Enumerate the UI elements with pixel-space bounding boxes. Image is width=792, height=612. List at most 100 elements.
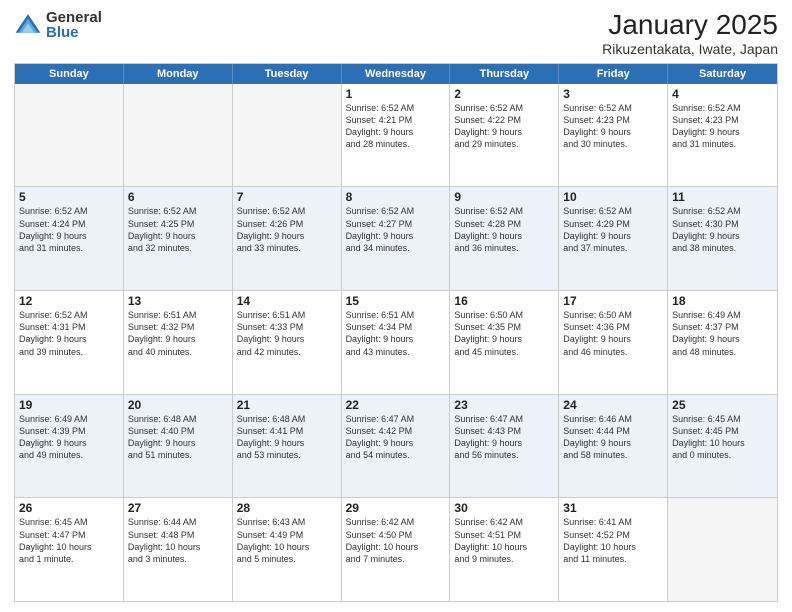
day-of-week-sunday: Sunday (15, 64, 124, 84)
day-number: 10 (563, 190, 663, 204)
day-detail: Sunrise: 6:47 AM Sunset: 4:42 PM Dayligh… (346, 413, 446, 462)
day-number: 31 (563, 501, 663, 515)
day-number: 12 (19, 294, 119, 308)
day-cell-11: 11Sunrise: 6:52 AM Sunset: 4:30 PM Dayli… (668, 187, 777, 290)
day-number: 17 (563, 294, 663, 308)
calendar-body: 1Sunrise: 6:52 AM Sunset: 4:21 PM Daylig… (15, 84, 777, 601)
day-detail: Sunrise: 6:52 AM Sunset: 4:28 PM Dayligh… (454, 205, 554, 254)
day-number: 15 (346, 294, 446, 308)
day-detail: Sunrise: 6:52 AM Sunset: 4:24 PM Dayligh… (19, 205, 119, 254)
calendar-row-1: 5Sunrise: 6:52 AM Sunset: 4:24 PM Daylig… (15, 186, 777, 290)
day-cell-17: 17Sunrise: 6:50 AM Sunset: 4:36 PM Dayli… (559, 291, 668, 394)
day-number: 29 (346, 501, 446, 515)
calendar-row-3: 19Sunrise: 6:49 AM Sunset: 4:39 PM Dayli… (15, 394, 777, 498)
day-cell-6: 6Sunrise: 6:52 AM Sunset: 4:25 PM Daylig… (124, 187, 233, 290)
day-cell-25: 25Sunrise: 6:45 AM Sunset: 4:45 PM Dayli… (668, 395, 777, 498)
day-cell-29: 29Sunrise: 6:42 AM Sunset: 4:50 PM Dayli… (342, 498, 451, 601)
day-detail: Sunrise: 6:47 AM Sunset: 4:43 PM Dayligh… (454, 413, 554, 462)
day-of-week-tuesday: Tuesday (233, 64, 342, 84)
day-number: 27 (128, 501, 228, 515)
day-number: 4 (672, 87, 773, 101)
day-detail: Sunrise: 6:48 AM Sunset: 4:41 PM Dayligh… (237, 413, 337, 462)
day-cell-15: 15Sunrise: 6:51 AM Sunset: 4:34 PM Dayli… (342, 291, 451, 394)
day-detail: Sunrise: 6:50 AM Sunset: 4:36 PM Dayligh… (563, 309, 663, 358)
day-cell-28: 28Sunrise: 6:43 AM Sunset: 4:49 PM Dayli… (233, 498, 342, 601)
day-cell-3: 3Sunrise: 6:52 AM Sunset: 4:23 PM Daylig… (559, 84, 668, 187)
logo-general-text: General (46, 10, 102, 25)
day-number: 19 (19, 398, 119, 412)
day-number: 8 (346, 190, 446, 204)
day-number: 3 (563, 87, 663, 101)
day-cell-27: 27Sunrise: 6:44 AM Sunset: 4:48 PM Dayli… (124, 498, 233, 601)
day-detail: Sunrise: 6:50 AM Sunset: 4:35 PM Dayligh… (454, 309, 554, 358)
day-detail: Sunrise: 6:45 AM Sunset: 4:45 PM Dayligh… (672, 413, 773, 462)
day-number: 24 (563, 398, 663, 412)
day-cell-10: 10Sunrise: 6:52 AM Sunset: 4:29 PM Dayli… (559, 187, 668, 290)
day-cell-13: 13Sunrise: 6:51 AM Sunset: 4:32 PM Dayli… (124, 291, 233, 394)
day-detail: Sunrise: 6:52 AM Sunset: 4:29 PM Dayligh… (563, 205, 663, 254)
day-detail: Sunrise: 6:48 AM Sunset: 4:40 PM Dayligh… (128, 413, 228, 462)
day-detail: Sunrise: 6:52 AM Sunset: 4:23 PM Dayligh… (563, 102, 663, 151)
header: General Blue January 2025 Rikuzentakata,… (14, 10, 778, 57)
logo-text: General Blue (46, 10, 102, 40)
day-number: 14 (237, 294, 337, 308)
calendar-location: Rikuzentakata, Iwate, Japan (602, 41, 778, 57)
day-cell-19: 19Sunrise: 6:49 AM Sunset: 4:39 PM Dayli… (15, 395, 124, 498)
day-number: 22 (346, 398, 446, 412)
day-detail: Sunrise: 6:52 AM Sunset: 4:30 PM Dayligh… (672, 205, 773, 254)
day-cell-22: 22Sunrise: 6:47 AM Sunset: 4:42 PM Dayli… (342, 395, 451, 498)
day-detail: Sunrise: 6:52 AM Sunset: 4:27 PM Dayligh… (346, 205, 446, 254)
day-number: 25 (672, 398, 773, 412)
day-number: 9 (454, 190, 554, 204)
day-detail: Sunrise: 6:51 AM Sunset: 4:32 PM Dayligh… (128, 309, 228, 358)
day-number: 26 (19, 501, 119, 515)
day-cell-5: 5Sunrise: 6:52 AM Sunset: 4:24 PM Daylig… (15, 187, 124, 290)
calendar: SundayMondayTuesdayWednesdayThursdayFrid… (14, 63, 778, 602)
day-number: 23 (454, 398, 554, 412)
title-block: January 2025 Rikuzentakata, Iwate, Japan (602, 10, 778, 57)
day-cell-31: 31Sunrise: 6:41 AM Sunset: 4:52 PM Dayli… (559, 498, 668, 601)
day-number: 5 (19, 190, 119, 204)
day-of-week-saturday: Saturday (668, 64, 777, 84)
day-of-week-monday: Monday (124, 64, 233, 84)
day-detail: Sunrise: 6:52 AM Sunset: 4:25 PM Dayligh… (128, 205, 228, 254)
empty-cell (124, 84, 233, 187)
day-number: 11 (672, 190, 773, 204)
day-number: 20 (128, 398, 228, 412)
day-detail: Sunrise: 6:43 AM Sunset: 4:49 PM Dayligh… (237, 516, 337, 565)
day-number: 13 (128, 294, 228, 308)
day-cell-12: 12Sunrise: 6:52 AM Sunset: 4:31 PM Dayli… (15, 291, 124, 394)
empty-cell (15, 84, 124, 187)
day-number: 21 (237, 398, 337, 412)
day-cell-24: 24Sunrise: 6:46 AM Sunset: 4:44 PM Dayli… (559, 395, 668, 498)
day-of-week-friday: Friday (559, 64, 668, 84)
day-cell-8: 8Sunrise: 6:52 AM Sunset: 4:27 PM Daylig… (342, 187, 451, 290)
logo-blue-text: Blue (46, 25, 102, 40)
day-cell-9: 9Sunrise: 6:52 AM Sunset: 4:28 PM Daylig… (450, 187, 559, 290)
day-number: 30 (454, 501, 554, 515)
day-cell-16: 16Sunrise: 6:50 AM Sunset: 4:35 PM Dayli… (450, 291, 559, 394)
day-number: 2 (454, 87, 554, 101)
day-detail: Sunrise: 6:52 AM Sunset: 4:22 PM Dayligh… (454, 102, 554, 151)
logo-icon (14, 11, 42, 39)
day-cell-2: 2Sunrise: 6:52 AM Sunset: 4:22 PM Daylig… (450, 84, 559, 187)
calendar-title: January 2025 (602, 10, 778, 41)
day-number: 16 (454, 294, 554, 308)
day-cell-26: 26Sunrise: 6:45 AM Sunset: 4:47 PM Dayli… (15, 498, 124, 601)
day-cell-18: 18Sunrise: 6:49 AM Sunset: 4:37 PM Dayli… (668, 291, 777, 394)
day-detail: Sunrise: 6:44 AM Sunset: 4:48 PM Dayligh… (128, 516, 228, 565)
day-detail: Sunrise: 6:52 AM Sunset: 4:21 PM Dayligh… (346, 102, 446, 151)
day-cell-7: 7Sunrise: 6:52 AM Sunset: 4:26 PM Daylig… (233, 187, 342, 290)
day-detail: Sunrise: 6:45 AM Sunset: 4:47 PM Dayligh… (19, 516, 119, 565)
calendar-header: SundayMondayTuesdayWednesdayThursdayFrid… (15, 64, 777, 84)
day-cell-21: 21Sunrise: 6:48 AM Sunset: 4:41 PM Dayli… (233, 395, 342, 498)
day-detail: Sunrise: 6:52 AM Sunset: 4:31 PM Dayligh… (19, 309, 119, 358)
page: General Blue January 2025 Rikuzentakata,… (0, 0, 792, 612)
logo: General Blue (14, 10, 102, 40)
day-cell-14: 14Sunrise: 6:51 AM Sunset: 4:33 PM Dayli… (233, 291, 342, 394)
day-detail: Sunrise: 6:51 AM Sunset: 4:33 PM Dayligh… (237, 309, 337, 358)
day-number: 28 (237, 501, 337, 515)
empty-cell (668, 498, 777, 601)
day-cell-1: 1Sunrise: 6:52 AM Sunset: 4:21 PM Daylig… (342, 84, 451, 187)
calendar-row-0: 1Sunrise: 6:52 AM Sunset: 4:21 PM Daylig… (15, 84, 777, 187)
